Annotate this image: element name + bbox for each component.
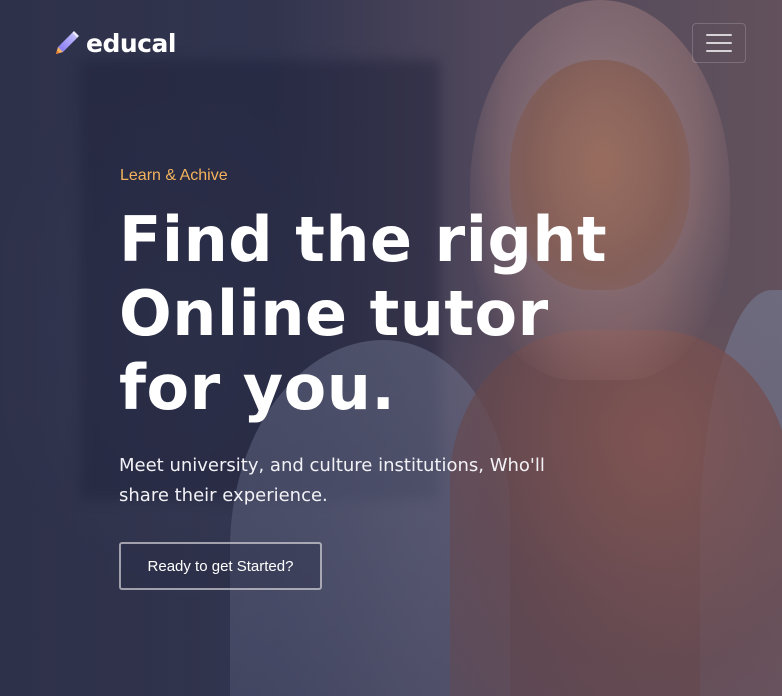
headline-line: Find the right [119,203,608,276]
hamburger-menu-icon-bar [706,42,732,44]
pencil-icon [56,31,79,54]
hero-subtitle: Meet university, and culture institution… [119,455,545,506]
brand-name: educal [86,28,176,58]
get-started-button[interactable]: Ready to get Started? [119,542,322,590]
menu-toggle-button[interactable] [692,23,746,63]
hero-content: Learn & Achive Find the right Online tut… [119,165,608,590]
headline-line: Online tutor [119,277,549,350]
hamburger-menu-icon-bar [706,50,732,52]
hero-eyebrow: Learn & Achive [120,167,228,184]
brand-logo-link[interactable]: educal [52,28,176,58]
hamburger-menu-icon [706,34,732,36]
navbar: educal [0,0,782,88]
headline-line: for you. [119,351,396,424]
hero-section: educal Learn & Achive Find the right Onl… [0,0,782,696]
hero-headline: Find the right Online tutor for you. [119,203,608,425]
